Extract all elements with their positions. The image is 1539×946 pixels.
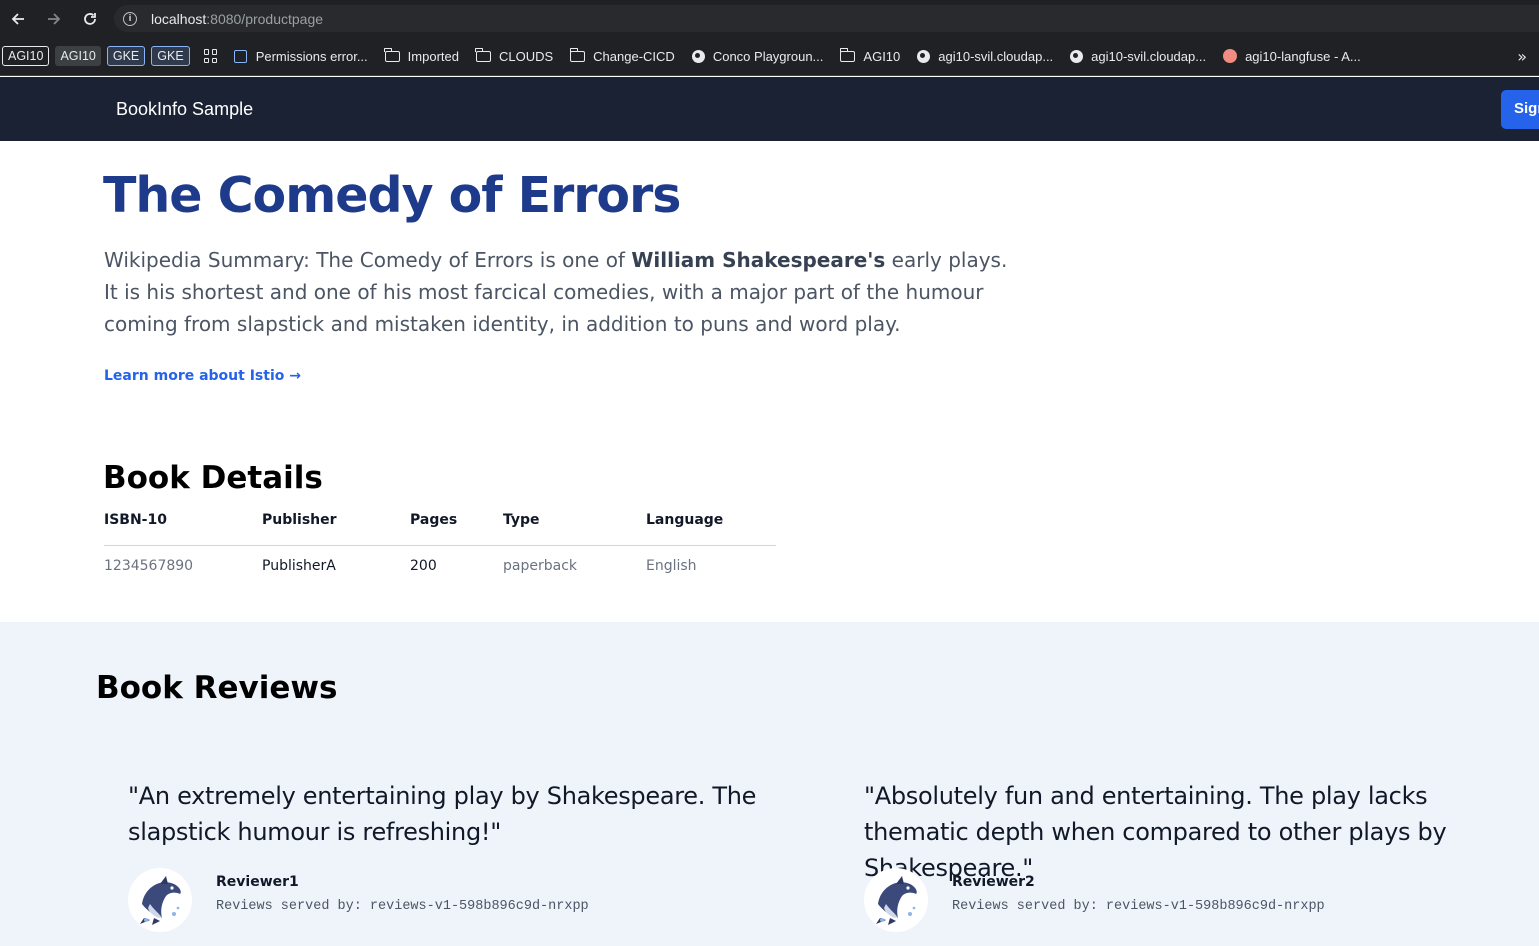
- bookmark-label: AGI10: [863, 48, 901, 64]
- summary-prefix: Wikipedia Summary: The Comedy of Errors …: [104, 248, 632, 272]
- served-by-text: Reviews served by: reviews-v1-598b896c9d…: [952, 899, 1325, 914]
- book-title: The Comedy of Errors: [103, 167, 681, 224]
- bookmark-item[interactable]: Conco Playgroun...: [691, 48, 824, 64]
- publisher-cell: PublisherA: [262, 558, 336, 575]
- bookmark-label: Permissions error...: [255, 48, 368, 64]
- avatar: [864, 868, 928, 932]
- bookmark-folder[interactable]: AGI10: [839, 47, 901, 64]
- reviewer-text: Reviewer1 Reviews served by: reviews-v1-…: [216, 868, 589, 932]
- bookmark-label: agi10-langfuse - A...: [1245, 48, 1361, 64]
- table-row: 1234567890 PublisherA 200 paperback Engl…: [104, 545, 776, 585]
- column-header: Publisher: [262, 508, 410, 546]
- sign-in-button[interactable]: Sign in: [1501, 90, 1539, 129]
- bookmark-item[interactable]: agi10-langfuse - A...: [1223, 49, 1361, 64]
- bookmark-label: Imported: [407, 48, 459, 64]
- folder-icon: [384, 47, 400, 62]
- book-summary: Wikipedia Summary: The Comedy of Errors …: [104, 244, 1024, 340]
- bookmarks-bar: AGI10 AGI10 GKE GKE Permissions error...…: [0, 37, 1539, 76]
- bookmark-badge-agi10[interactable]: AGI10: [2, 46, 50, 66]
- forward-arrow-icon[interactable]: [36, 0, 72, 37]
- column-header: ISBN-10: [104, 508, 262, 546]
- url-path: :8080/productpage: [206, 10, 324, 27]
- url-host: localhost: [151, 10, 207, 27]
- dolphin-icon: [140, 876, 181, 925]
- bookmark-item[interactable]: agi10-svil.cloudap...: [917, 49, 1053, 64]
- book-details-heading: Book Details: [103, 460, 323, 496]
- book-details-table: ISBN-10 Publisher Pages Type Language 12…: [104, 508, 776, 585]
- reviewer-name: Reviewer2: [952, 874, 1035, 890]
- bookmark-item[interactable]: Permissions error...: [233, 48, 368, 64]
- book-reviews-heading: Book Reviews: [96, 670, 338, 706]
- globe-icon: [917, 49, 931, 63]
- bookmark-label: agi10-svil.cloudap...: [938, 48, 1054, 64]
- apps-grid-icon[interactable]: [203, 49, 218, 63]
- globe-icon: [1070, 49, 1084, 63]
- pages-cell: 200: [410, 558, 437, 575]
- language-cell: English: [646, 558, 697, 575]
- bookmark-label: agi10-svil.cloudap...: [1091, 48, 1207, 64]
- summary-author: William Shakespeare's: [631, 248, 886, 272]
- reload-icon[interactable]: [72, 0, 108, 37]
- bookmark-folder[interactable]: Imported: [384, 47, 459, 64]
- bookmark-label: Conco Playgroun...: [712, 48, 824, 64]
- globe-icon: [691, 49, 705, 63]
- reviewer-text: Reviewer2 Reviews served by: reviews-v1-…: [952, 868, 1325, 932]
- reviewer-info: Reviewer2 Reviews served by: reviews-v1-…: [864, 868, 1325, 932]
- bookmark-item[interactable]: agi10-svil.cloudap...: [1070, 49, 1206, 64]
- bookmark-badge-agi10[interactable]: AGI10: [55, 46, 101, 66]
- reviewer-info: Reviewer1 Reviews served by: reviews-v1-…: [128, 868, 589, 932]
- column-header: Language: [646, 508, 776, 546]
- folder-icon: [839, 47, 856, 62]
- brand-title[interactable]: BookInfo Sample: [116, 99, 253, 120]
- bookmark-folder[interactable]: CLOUDS: [475, 47, 554, 64]
- chevron-double-right-icon[interactable]: »: [1517, 47, 1527, 66]
- review-quote: "An extremely entertaining play by Shake…: [128, 782, 757, 846]
- chip-icon: [233, 49, 247, 63]
- learn-more-link[interactable]: Learn more about Istio →: [104, 368, 301, 384]
- dolphin-icon: [876, 876, 917, 925]
- app-navbar: BookInfo Sample Sign in: [0, 77, 1539, 141]
- reviews-section: Book Reviews "An extremely entertaining …: [0, 622, 1539, 946]
- reviewer-name: Reviewer1: [216, 874, 299, 890]
- column-header: Type: [503, 508, 646, 546]
- bookmark-badge-gke[interactable]: GKE: [106, 46, 146, 66]
- review-card: "An extremely entertaining play by Shake…: [128, 778, 788, 932]
- langfuse-icon: [1223, 49, 1238, 63]
- review-card: "Absolutely fun and entertaining. The pl…: [864, 778, 1524, 932]
- bookmark-badge-gke[interactable]: GKE: [151, 46, 190, 66]
- address-bar[interactable]: i localhost:8080/productpage: [114, 5, 1539, 32]
- bookmark-label: Change-CICD: [593, 48, 675, 64]
- bookmark-label: CLOUDS: [498, 48, 554, 64]
- folder-icon: [475, 47, 491, 62]
- table-header-row: ISBN-10 Publisher Pages Type Language: [104, 508, 776, 546]
- served-by-text: Reviews served by: reviews-v1-598b896c9d…: [216, 899, 589, 914]
- bookmark-folder[interactable]: Change-CICD: [569, 47, 675, 64]
- avatar: [128, 868, 192, 932]
- back-arrow-icon[interactable]: [0, 0, 36, 37]
- folder-icon: [569, 47, 586, 62]
- type-cell: paperback: [503, 558, 577, 575]
- browser-toolbar: i localhost:8080/productpage: [0, 0, 1539, 37]
- isbn-cell: 1234567890: [104, 558, 194, 575]
- site-info-icon[interactable]: i: [123, 11, 137, 26]
- column-header: Pages: [410, 508, 503, 546]
